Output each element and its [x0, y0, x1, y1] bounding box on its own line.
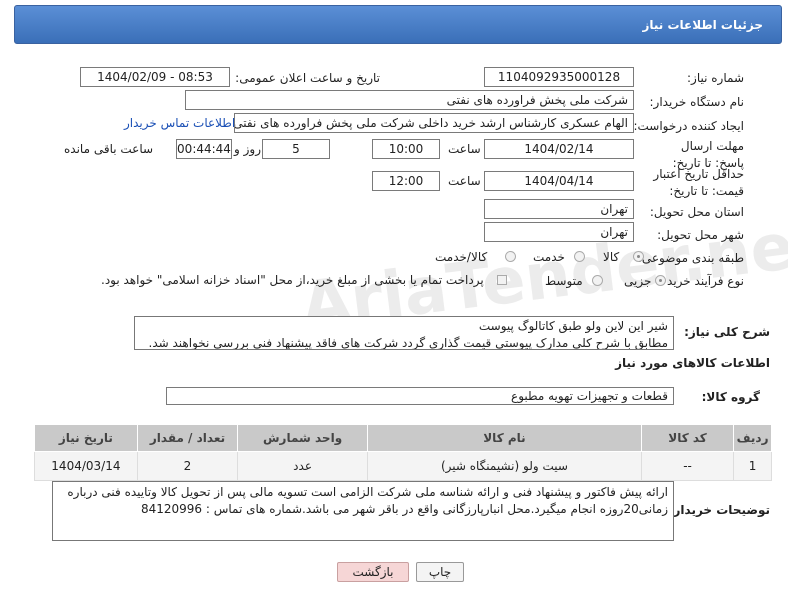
table-row: 1 -- سیت ولو (نشیمنگاه شیر) عدد 2 1404/0…	[34, 451, 772, 481]
category-option-goods-service: کالا/خدمت	[435, 250, 488, 264]
days-field: 5	[262, 139, 330, 159]
buyer-notes-line-2: زمانی20روزه انجام میگیرد.محل انبارپارزگا…	[140, 502, 668, 516]
goods-group-label: گروه کالا:	[701, 390, 760, 404]
category-radio-goods[interactable]	[633, 251, 644, 262]
cell-row: 1	[733, 451, 772, 481]
announce-field: 1404/02/09 - 08:53	[80, 67, 230, 87]
process-radio-medium[interactable]	[592, 275, 603, 286]
goods-table: ردیف کد کالا نام کالا واحد شمارش تعداد /…	[34, 424, 772, 481]
cell-unit: عدد	[237, 451, 368, 481]
buyer-notes-textarea[interactable]: ارائه پیش فاکتور و پیشنهاد فنی و ارائه ش…	[52, 481, 674, 541]
validity-date-field: 1404/04/14	[484, 171, 634, 191]
buyer-notes-line-1: ارائه پیش فاکتور و پیشنهاد فنی و ارائه ش…	[67, 485, 668, 499]
page-title: جزئیات اطلاعات نیاز	[642, 18, 763, 32]
process-label: نوع فرآیند خرید :	[659, 274, 744, 288]
creator-label: ایجاد کننده درخواست:	[633, 119, 744, 133]
need-number-field: 1104092935000128	[484, 67, 634, 87]
col-row: ردیف	[733, 424, 772, 452]
goods-group-field: قطعات و تجهیزات تهویه مطبوع	[166, 387, 674, 405]
days-label: روز و	[234, 142, 261, 156]
process-option-minor: جزیی	[624, 274, 652, 288]
category-radio-goods-service[interactable]	[505, 251, 516, 262]
deadline-time-label: ساعت	[448, 142, 481, 156]
creator-field: الهام عسکری کارشناس ارشد خرید داخلی شرکت…	[234, 113, 634, 133]
description-line-1: شیر این لاین ولو طبق کاتالوگ پیوست	[478, 319, 668, 333]
col-unit: واحد شمارش	[237, 424, 368, 452]
city-label: شهر محل تحویل:	[657, 228, 744, 242]
deadline-date-field: 1404/02/14	[484, 139, 634, 159]
cell-qty: 2	[136, 451, 239, 481]
deadline-time-field: 10:00	[372, 139, 440, 159]
category-option-service: خدمت	[533, 250, 565, 264]
province-label: استان محل تحویل:	[649, 205, 744, 219]
cell-date: 1404/03/14	[34, 451, 138, 481]
validity-time-label: ساعت	[448, 174, 481, 188]
city-field: تهران	[484, 222, 634, 242]
col-date: تاریخ نیاز	[34, 424, 138, 452]
goods-table-header: ردیف کد کالا نام کالا واحد شمارش تعداد /…	[34, 424, 772, 452]
cell-name: سیت ولو (نشیمنگاه شیر)	[366, 451, 642, 481]
treasury-payment-checkbox[interactable]	[497, 275, 507, 285]
contact-buyer-link[interactable]: اطلاعات تماس خریدار	[124, 116, 235, 130]
buyer-notes-label: توضیحات خریدار:	[668, 503, 770, 517]
need-number-label: شماره نیاز:	[687, 71, 744, 85]
category-label: طبقه بندی موضوعی:	[637, 251, 744, 265]
validity-time-field: 12:00	[372, 171, 440, 191]
announce-label: تاریخ و ساعت اعلان عمومی:	[235, 71, 380, 85]
buyer-org-label: نام دستگاه خریدار:	[649, 95, 745, 109]
process-option-medium: متوسط	[545, 274, 583, 288]
cell-code: --	[640, 451, 735, 481]
process-radio-minor[interactable]	[655, 275, 666, 286]
treasury-payment-note: پرداخت تمام یا بخشی از مبلغ خرید،از محل …	[101, 273, 484, 287]
category-radio-service[interactable]	[574, 251, 585, 262]
col-qty: تعداد / مقدار	[136, 424, 239, 452]
back-button[interactable]: بازگشت	[337, 562, 409, 582]
goods-info-title: اطلاعات کالاهای مورد نیاز	[615, 356, 770, 370]
header-panel: جزئیات اطلاعات نیاز	[14, 5, 782, 44]
col-name: نام کالا	[366, 424, 642, 452]
province-field: تهران	[484, 199, 634, 219]
description-label: شرح کلی نیاز:	[684, 325, 770, 339]
description-textarea[interactable]: شیر این لاین ولو طبق کاتالوگ پیوست مطابق…	[134, 316, 674, 350]
buyer-org-field: شرکت ملی پخش فراورده های نفتی	[185, 90, 634, 110]
category-option-goods: کالا	[603, 250, 620, 264]
remaining-time-field: 00:44:44	[176, 139, 232, 159]
validity-label: حداقل تاریخ اعتبار قیمت: تا تاریخ:	[653, 167, 744, 198]
remaining-label: ساعت باقی مانده	[64, 142, 154, 156]
description-line-2: مطابق با شرح کلی مدارک پیوستی قیمت گذاری…	[148, 336, 668, 350]
col-code: کد کالا	[640, 424, 735, 452]
print-button[interactable]: چاپ	[416, 562, 464, 582]
